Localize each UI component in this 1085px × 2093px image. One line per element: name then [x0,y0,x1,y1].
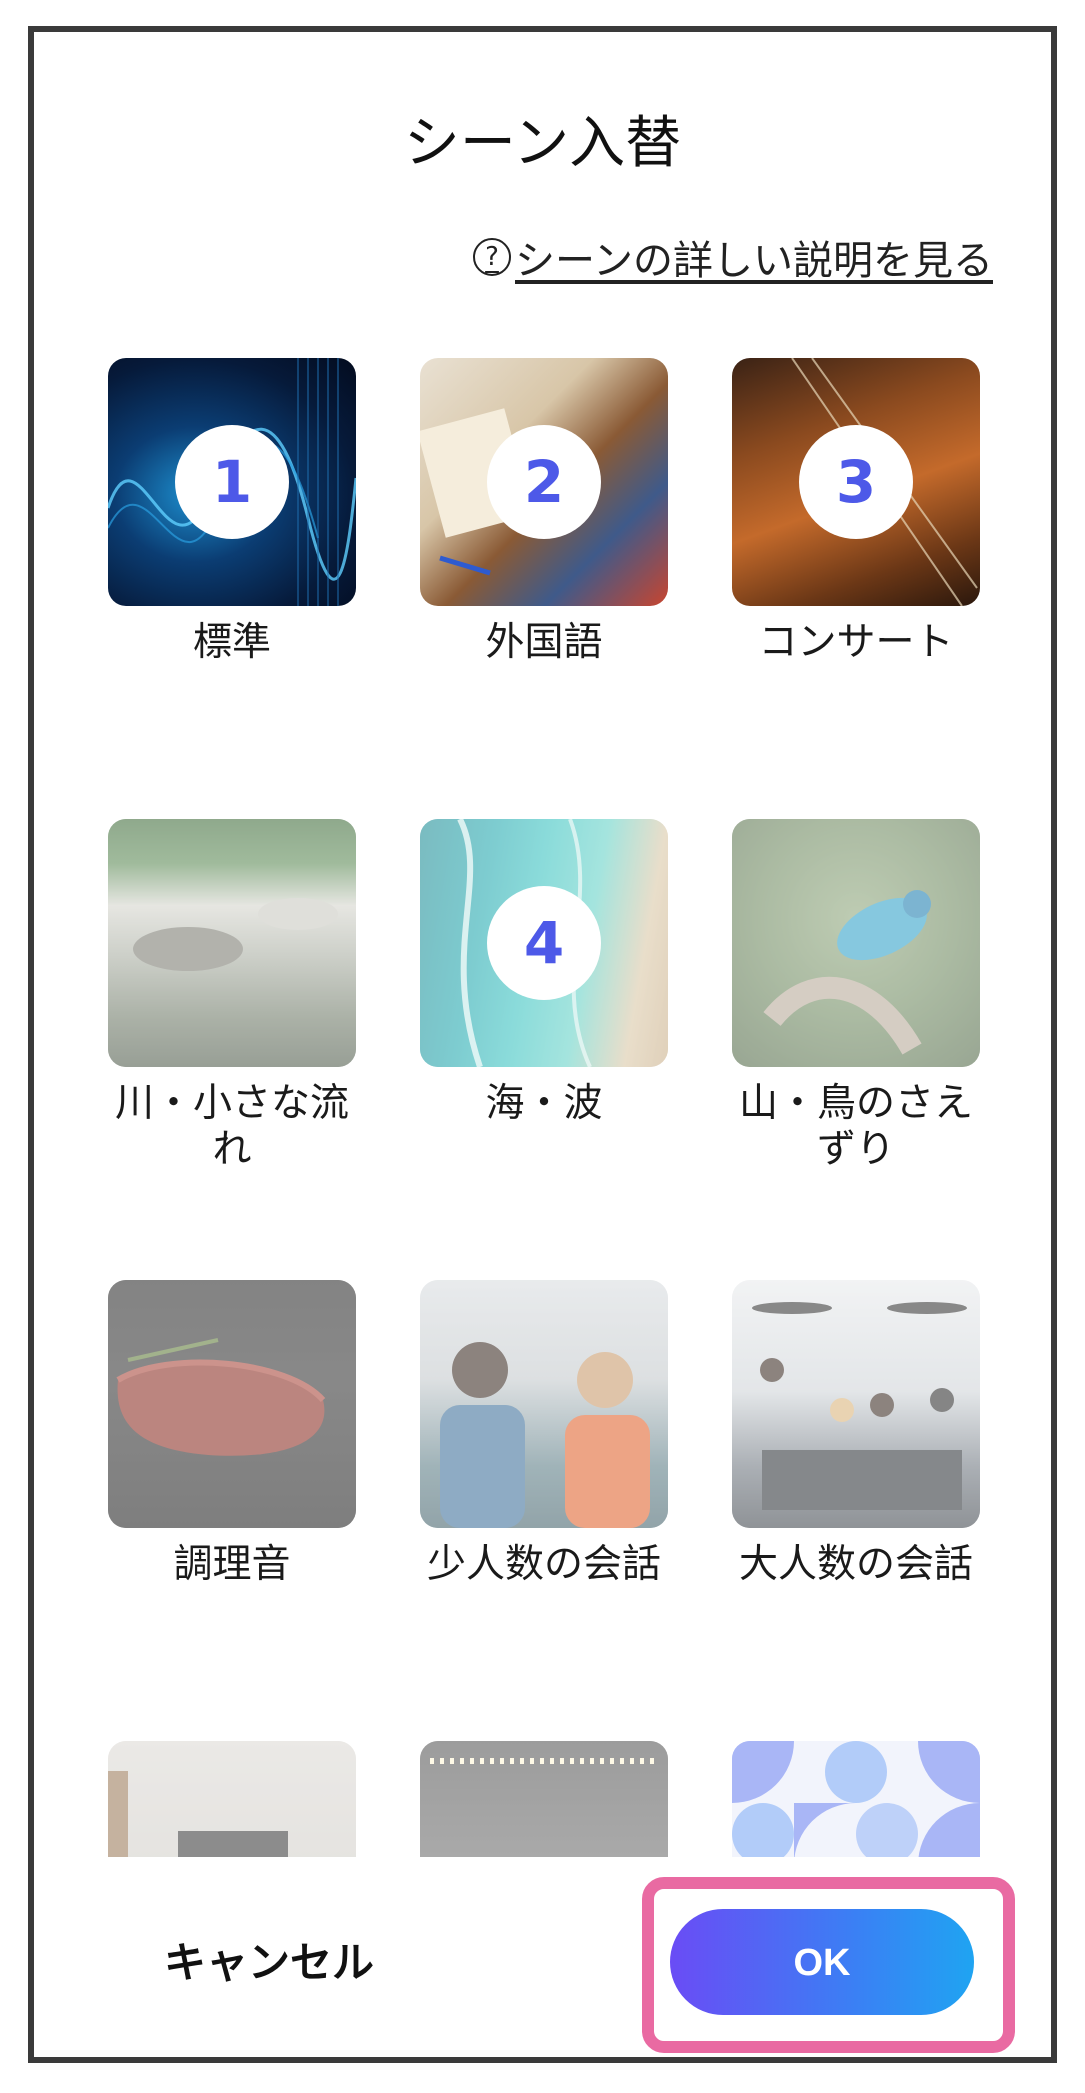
scene-image-sound-wave: 1 [108,358,356,606]
scene-tile-small-conversation[interactable]: 少人数の会話 [420,1280,668,1588]
scene-image-two-people [420,1280,668,1528]
scene-image-reading: 2 [420,358,668,606]
scene-number-badge: 1 [175,425,289,539]
scene-label: 調理音 [173,1542,291,1587]
scene-image-waves: 4 [420,819,668,1067]
ok-button[interactable]: OK [670,1909,974,2015]
scene-tile-concert[interactable]: 3 コンサート [732,358,980,666]
question-icon: ? [473,238,511,276]
scene-tile-foreign-language[interactable]: 2 外国語 [420,358,668,666]
scene-number-badge: 4 [487,886,601,1000]
scene-tile-large-conversation[interactable]: 大人数の会話 [732,1280,980,1588]
people-shape [440,1342,650,1528]
bird-shape [763,890,931,1055]
scene-image-fireplace [108,1741,356,1870]
scene-label: 少人数の会話 [426,1542,661,1587]
fireplace-shape [108,1771,288,1870]
scene-tile-pattern[interactable] [732,1741,980,1870]
meeting-shape [752,1302,967,1510]
geometric-shapes [732,1741,980,1865]
scene-label: コンサート [758,620,954,665]
rock-shape [133,898,338,971]
scene-tile-mountain-birds[interactable]: 山・鳥のさえずり [732,819,980,1173]
scene-label: 外国語 [485,620,603,665]
scene-label: 標準 [192,620,271,665]
scene-swap-dialog: シーン入替 ? シーンの詳しい説明を見る 1 標準 2 外国語 3 コンサート … [28,26,1057,2063]
cancel-button[interactable]: キャンセル [164,1929,374,1990]
scene-label: 川・小さな流れ [114,1081,349,1172]
scene-number-badge: 3 [799,425,913,539]
scene-help-link-text: シーンの詳しい説明を見る [515,238,993,284]
scene-tile-river[interactable]: 川・小さな流れ [108,819,356,1173]
scene-image-river [108,819,356,1067]
dialog-title: シーン入替 [403,111,682,176]
scene-tile-sea[interactable]: 4 海・波 [420,819,668,1127]
scene-image-steak [108,1280,356,1528]
scene-image-cello: 3 [732,358,980,606]
scene-image-meeting [732,1280,980,1528]
scene-grid[interactable]: 1 標準 2 外国語 3 コンサート 川・小さな流れ 4 海・波 山・鳥のさえず… [34,322,1051,1870]
scene-tile-cooking[interactable]: 調理音 [108,1280,356,1588]
scene-label: 大人数の会話 [738,1542,973,1587]
ceiling-lights [430,1758,658,1764]
scene-tile-hall[interactable] [420,1741,668,1870]
scene-tile-room[interactable] [108,1741,356,1870]
scene-help-link[interactable]: ? シーンの詳しい説明を見る [473,228,993,286]
dialog-footer: キャンセル OK [34,1857,1051,2057]
steak-shape [116,1338,326,1456]
scene-image-geometric [732,1741,980,1870]
scene-image-bird [732,819,980,1067]
scene-label: 海・波 [485,1081,603,1126]
scene-number-badge: 2 [487,425,601,539]
scene-label: 山・鳥のさえずり [738,1081,973,1172]
scene-tile-standard[interactable]: 1 標準 [108,358,356,666]
scene-image-hall [420,1741,668,1870]
